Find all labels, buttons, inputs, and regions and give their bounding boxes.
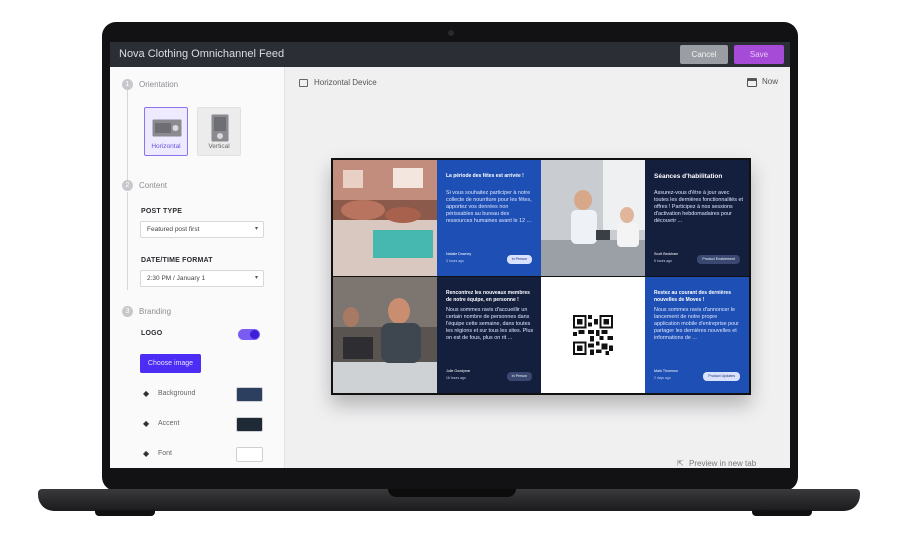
color-row-font: ◆ Font xyxy=(143,447,273,463)
color-label: Font xyxy=(158,450,173,457)
title-bar: Nova Clothing Omnichannel Feed Cancel Sa… xyxy=(110,42,790,67)
post-time: 2 days ago xyxy=(654,376,671,380)
color-row-background: ◆ Background xyxy=(143,387,273,403)
step-connector xyxy=(127,90,128,186)
datetime-format-label: DATE/TIME FORMAT xyxy=(141,257,213,264)
step-number: 2 xyxy=(122,180,133,191)
post-body: Nous sommes ravis d'accueillir un certai… xyxy=(446,307,534,341)
choose-image-button[interactable]: Choose image xyxy=(140,354,201,373)
webcam xyxy=(448,30,454,36)
post-title: La période des fêtes est arrivée ! xyxy=(446,173,524,179)
orientation-vertical-label: Vertical xyxy=(208,143,230,150)
vertical-device-icon xyxy=(211,114,229,142)
device-preview: La période des fêtes est arrivée ! Si vo… xyxy=(331,158,751,395)
post-title: Restez au courant des dernières nouvelle… xyxy=(654,290,731,303)
post-tag: In Person xyxy=(506,372,532,381)
app-window: Nova Clothing Omnichannel Feed Cancel Sa… xyxy=(110,42,790,468)
preview-area: Horizontal Device Now La période des fêt… xyxy=(286,67,790,468)
logo-label: LOGO xyxy=(141,330,163,337)
time-label[interactable]: Now xyxy=(762,77,778,86)
qr-code-tile xyxy=(541,277,645,393)
post-body: Si vous souhaitez participer à notre col… xyxy=(446,190,532,224)
orientation-horizontal-option[interactable]: Horizontal xyxy=(144,107,188,156)
step-number: 3 xyxy=(122,306,133,317)
horizontal-device-icon xyxy=(152,119,182,137)
post-card[interactable]: Rencontrez les nouveaux membres de notre… xyxy=(437,277,541,393)
post-title: Séances d'habilitation xyxy=(654,173,723,180)
font-color-swatch[interactable] xyxy=(236,447,263,462)
post-type-label: POST TYPE xyxy=(141,208,183,215)
color-label: Accent xyxy=(158,420,180,427)
cancel-button[interactable]: Cancel xyxy=(680,45,728,64)
external-link-icon[interactable]: ⇱ xyxy=(677,459,684,468)
post-time: 3 hours ago xyxy=(446,259,464,263)
paint-bucket-icon: ◆ xyxy=(143,419,150,428)
post-type-value: Featured post first xyxy=(147,226,200,233)
paint-bucket-icon: ◆ xyxy=(143,449,150,458)
post-body: Assurez-vous d'être à jour avec toutes l… xyxy=(654,190,743,224)
step-label-branding: Branding xyxy=(139,307,172,316)
photo-hands-tablet xyxy=(333,160,437,276)
laptop-foot-left xyxy=(95,510,155,516)
step-number: 1 xyxy=(122,79,133,90)
orientation-horizontal-label: Horizontal xyxy=(151,143,181,150)
feed-grid: La période des fêtes est arrivée ! Si vo… xyxy=(333,160,749,393)
post-card[interactable]: La période des fêtes est arrivée ! Si vo… xyxy=(437,160,541,276)
laptop-notch xyxy=(388,489,516,497)
paint-bucket-icon: ◆ xyxy=(143,389,150,398)
datetime-format-select[interactable]: 2:30 PM / January 1 ▾ xyxy=(140,270,264,287)
chevron-down-icon: ▾ xyxy=(254,226,258,232)
post-tag: In Person xyxy=(506,255,532,264)
settings-sidebar: 1 Orientation Horizontal Vertical 2 Cont… xyxy=(110,67,285,468)
device-label: Horizontal Device xyxy=(314,78,377,87)
laptop-foot-right xyxy=(752,510,812,516)
post-tag: Product Enablement xyxy=(697,255,740,264)
post-author: Scott Beckham xyxy=(654,252,679,256)
calendar-icon[interactable] xyxy=(747,78,757,87)
post-type-select[interactable]: Featured post first ▾ xyxy=(140,221,264,238)
qr-code-icon xyxy=(573,315,613,355)
orientation-vertical-option[interactable]: Vertical xyxy=(197,107,241,156)
toggle-knob xyxy=(250,330,259,339)
step-connector xyxy=(127,192,128,290)
post-body: Nous sommes ravis d'annoncer le lancemen… xyxy=(654,307,739,341)
post-tag: Product Updates xyxy=(703,372,740,381)
photo-office-meeting xyxy=(541,160,645,276)
color-row-accent: ◆ Accent xyxy=(143,417,273,433)
step-label-orientation: Orientation xyxy=(139,80,179,89)
post-time: 16 hours ago xyxy=(446,376,466,380)
background-color-swatch[interactable] xyxy=(236,387,263,402)
accent-color-swatch[interactable] xyxy=(236,417,263,432)
post-author: Julie Goodyear xyxy=(446,369,471,373)
chevron-down-icon: ▾ xyxy=(254,275,258,281)
post-author: Natalie Downey xyxy=(446,252,472,256)
post-time: 5 hours ago xyxy=(654,259,672,263)
color-label: Background xyxy=(158,390,196,397)
logo-toggle[interactable] xyxy=(238,329,260,340)
preview-new-tab-link[interactable]: Preview in new tab xyxy=(689,459,756,468)
photo-team-laptop xyxy=(333,277,437,393)
post-title: Rencontrez les nouveaux membres de notre… xyxy=(446,290,530,303)
step-label-content: Content xyxy=(139,181,168,190)
post-card[interactable]: Restez au courant des dernières nouvelle… xyxy=(645,277,749,393)
datetime-format-value: 2:30 PM / January 1 xyxy=(147,275,206,282)
app-title: Nova Clothing Omnichannel Feed xyxy=(119,48,285,60)
monitor-icon xyxy=(299,79,308,87)
save-button[interactable]: Save xyxy=(734,45,784,64)
post-card[interactable]: Séances d'habilitation Assurez-vous d'êt… xyxy=(645,160,749,276)
post-author: Mark Thomson xyxy=(654,369,678,373)
